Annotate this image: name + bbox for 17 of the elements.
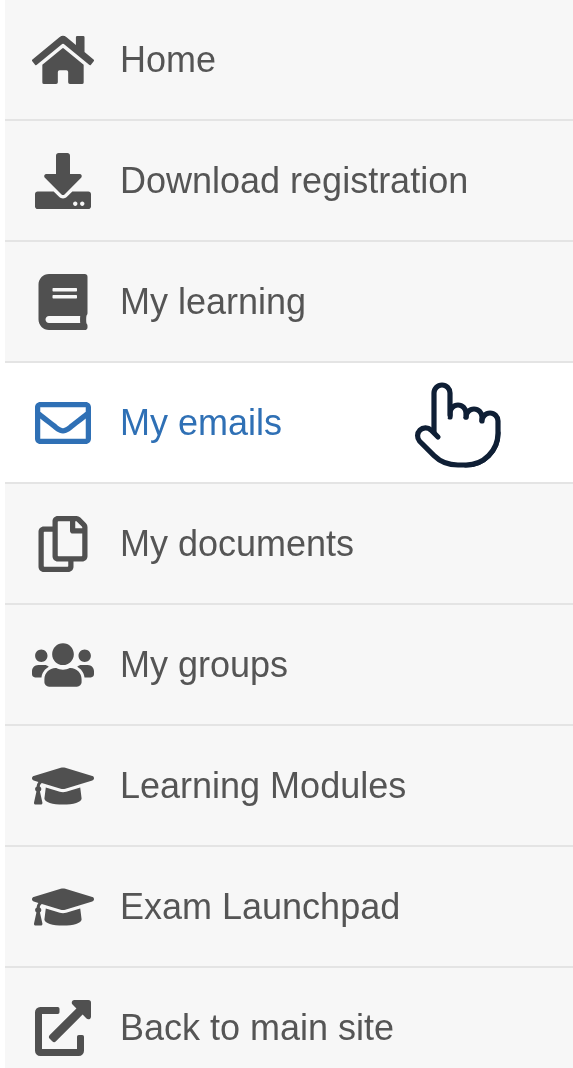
menu-item[interactable]: Learning Modules	[5, 726, 573, 847]
menu-item[interactable]: My learning	[5, 242, 573, 363]
menu-label: My groups	[120, 642, 289, 687]
menu-item[interactable]: Back to main site	[5, 968, 573, 1068]
menu-label: My documents	[120, 521, 355, 566]
menu-label: My emails	[120, 400, 283, 445]
menu-item[interactable]: My documents	[5, 484, 573, 605]
menu-item[interactable]: Download registration	[5, 121, 573, 242]
menu-item[interactable]: My groups	[5, 605, 573, 726]
menu-item[interactable]: Home	[5, 0, 573, 121]
menu-label: My learning	[120, 279, 307, 324]
menu-label: Learning Modules	[120, 763, 407, 808]
menu-label: Home	[120, 37, 217, 82]
menu-item[interactable]: Exam Launchpad	[5, 847, 573, 968]
menu-label: Download registration	[120, 158, 469, 203]
menu-label: Exam Launchpad	[120, 884, 401, 929]
menu-label: Back to main site	[120, 1005, 395, 1050]
